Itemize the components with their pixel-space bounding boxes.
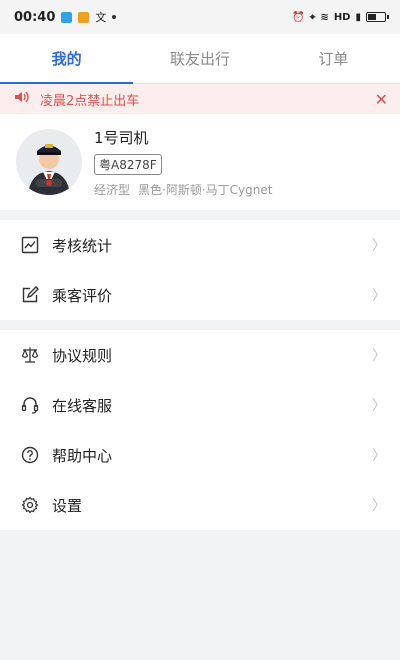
notice-bar: 凌晨2点禁止出车 ✕ [0,84,400,114]
headset-icon [20,395,40,415]
app-notification-icon [61,11,73,23]
signal-icon: ▮ [355,11,361,23]
chevron-right-icon: 〉 [372,448,386,464]
car-class: 经济型 [94,182,131,197]
tab-orders[interactable]: 订单 [267,34,400,83]
driver-profile[interactable]: 1号司机 粤A8278F 经济型 黑色·阿斯顿·马丁Cygnet [0,114,400,210]
chevron-right-icon: 〉 [372,498,386,514]
car-info: 经济型 黑色·阿斯顿·马丁Cygnet [94,181,280,198]
menu-item-label: 在线客服 [52,396,113,415]
chevron-right-icon: 〉 [372,288,386,304]
license-plate: 粤A8278F [94,153,162,175]
battery-icon [366,12,389,22]
speaker-icon [14,90,30,108]
translate-icon: 文 [95,11,107,24]
help-icon [20,445,40,465]
menu-group-stats: 考核统计 〉 乘客评价 〉 [0,220,400,320]
menu-item-label: 设置 [52,496,83,515]
menu-item-settings[interactable]: 设置 〉 [0,480,400,530]
menu-item-help-center[interactable]: 帮助中心 〉 [0,430,400,480]
menu-item-online-service[interactable]: 在线客服 〉 [0,380,400,430]
chevron-right-icon: 〉 [372,238,386,254]
network-label: HD [333,11,351,23]
app-notification-icon [78,11,90,23]
menu-item-agreement-rules[interactable]: 协议规则 〉 [0,330,400,380]
menu-item-passenger-reviews[interactable]: 乘客评价 〉 [0,270,400,320]
avatar [16,129,82,195]
top-tabs: 我的 联友出行 订单 [0,34,400,84]
scale-icon [20,345,40,365]
chevron-right-icon: 〉 [372,348,386,364]
menu-item-assessment-stats[interactable]: 考核统计 〉 [0,220,400,270]
notice-text: 凌晨2点禁止出车 [40,93,140,109]
driver-name: 1号司机 [94,128,149,147]
menu-item-label: 帮助中心 [52,446,113,465]
more-notifications-icon [112,15,117,19]
alarm-icon: ⏰ [292,11,305,23]
location-icon: ⌖ [309,11,316,23]
menu-item-label: 考核统计 [52,236,113,255]
tab-lianyou-travel[interactable]: 联友出行 [133,34,266,83]
status-bar: 00:40 文 ⏰ ⌖ ≋ HD ▮ [0,0,400,34]
menu-item-label: 乘客评价 [52,286,113,305]
gear-icon [20,495,40,515]
edit-icon [20,285,40,305]
tab-mine[interactable]: 我的 [0,34,134,84]
chevron-right-icon: 〉 [372,398,386,414]
status-time: 00:40 [14,9,56,25]
menu-item-label: 协议规则 [52,346,113,365]
menu-group-support: 协议规则 〉 在线客服 〉 帮助中心 〉 设置 〉 [0,330,400,530]
close-icon[interactable]: ✕ [375,90,388,109]
chart-icon [20,235,40,255]
car-description: 黑色·阿斯顿·马丁Cygnet [138,182,273,197]
wifi-icon: ≋ [320,11,329,23]
